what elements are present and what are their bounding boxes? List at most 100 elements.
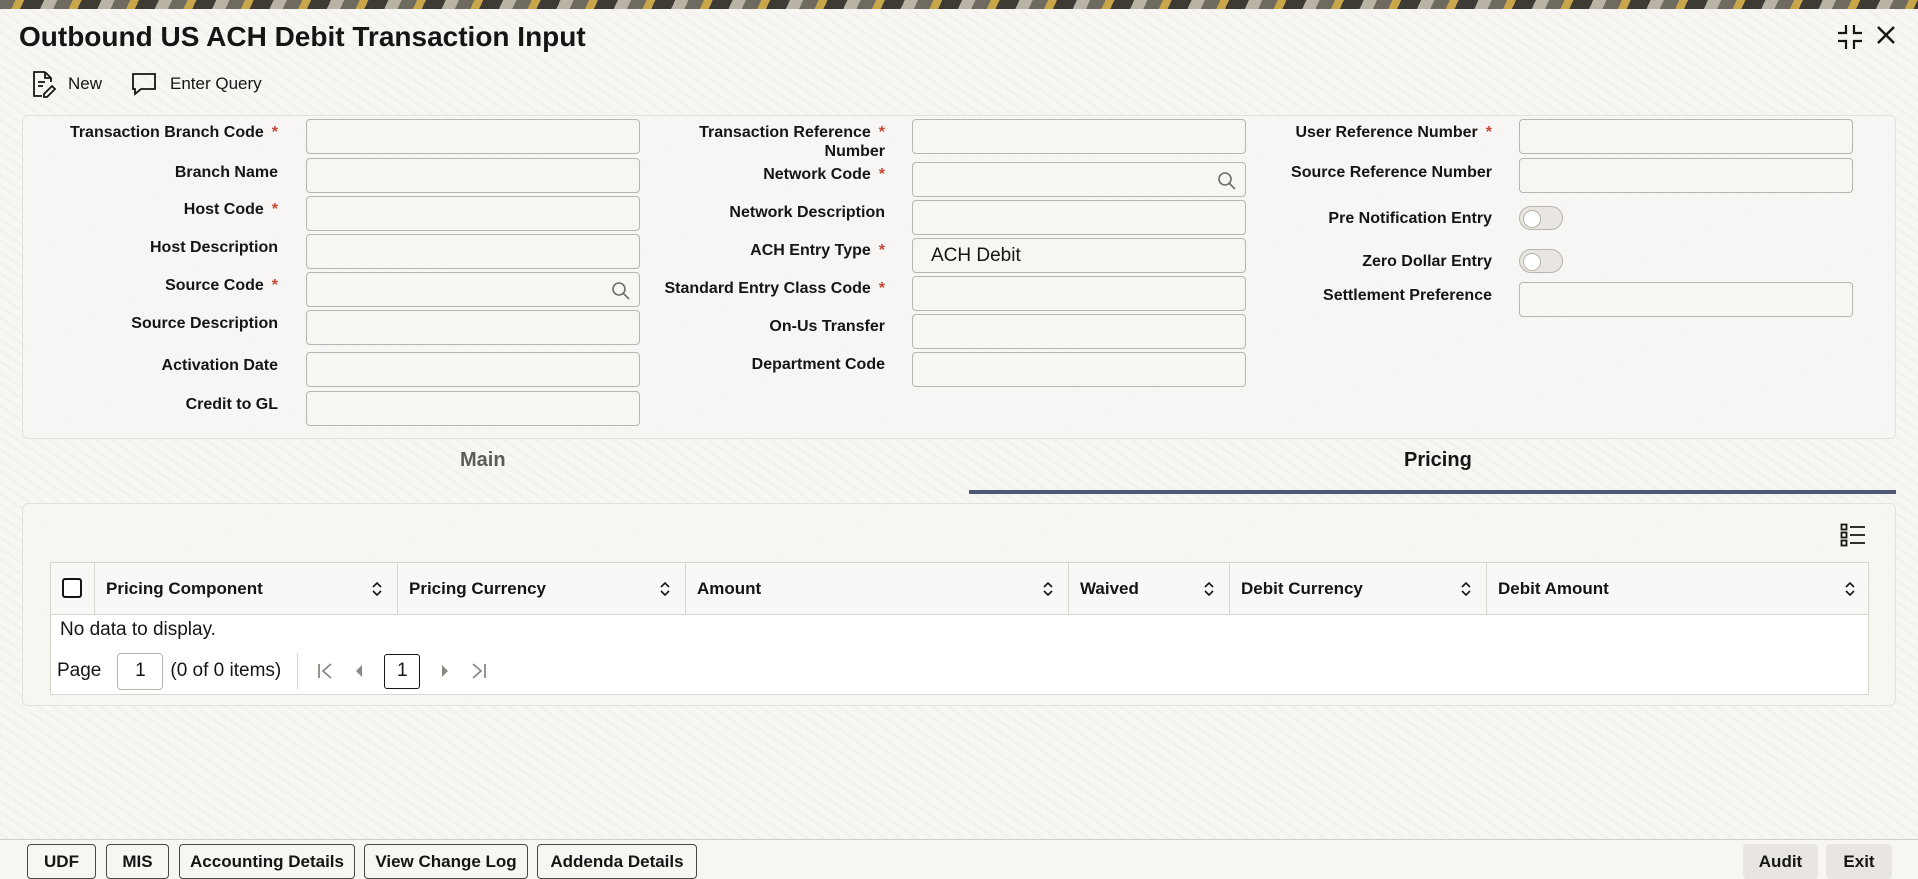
host-description-input[interactable] — [306, 234, 640, 269]
column-label: Pricing Currency — [409, 579, 546, 598]
sort-icon[interactable] — [1844, 581, 1856, 597]
pre-notification-entry-toggle[interactable] — [1519, 206, 1563, 230]
enter-query-button[interactable]: Enter Query — [130, 71, 262, 97]
on-us-transfer-label: On-Us Transfer — [769, 318, 885, 335]
source-reference-number-input[interactable] — [1519, 158, 1853, 193]
column-label: Pricing Component — [106, 579, 263, 598]
network-description-input[interactable] — [912, 200, 1246, 235]
network-code-label: Network Code * — [763, 166, 885, 183]
sort-icon[interactable] — [1042, 581, 1054, 597]
transaction-branch-code-input[interactable] — [306, 119, 640, 154]
column-header-amount[interactable]: Amount — [685, 563, 1068, 615]
required-marker: * — [1485, 124, 1492, 141]
close-icon[interactable] — [1874, 23, 1898, 47]
accounting-details-button[interactable]: Accounting Details — [179, 844, 355, 879]
host-description-label: Host Description — [149, 239, 278, 256]
user-reference-number-input[interactable] — [1519, 119, 1853, 154]
required-marker: * — [271, 124, 278, 141]
required-marker: * — [878, 242, 885, 259]
search-icon[interactable] — [1217, 171, 1237, 191]
page: Outbound US ACH Debit Transaction Input … — [0, 9, 1918, 879]
required-marker: * — [878, 166, 885, 183]
source-description-input[interactable] — [306, 310, 640, 345]
pre-notification-entry-label: Pre Notification Entry — [1328, 210, 1492, 227]
new-label: New — [68, 74, 103, 93]
tab-pricing[interactable]: Pricing — [1404, 449, 1472, 472]
source-description-label: Source Description — [131, 315, 278, 332]
branch-name-label: Branch Name — [174, 164, 278, 181]
mis-button[interactable]: MIS — [106, 844, 169, 879]
toolbar: New Enter Query — [30, 67, 262, 101]
column-label: Debit Currency — [1241, 579, 1363, 598]
transaction-reference-number-label: Transaction Reference * Number — [699, 124, 885, 160]
standard-entry-class-code-label: Standard Entry Class Code * — [664, 280, 885, 297]
branch-name-input[interactable] — [306, 158, 640, 193]
host-code-input[interactable] — [306, 196, 640, 231]
last-page-icon[interactable] — [470, 661, 488, 681]
transaction-reference-number-input[interactable] — [912, 119, 1246, 154]
credit-to-gl-input[interactable] — [306, 391, 640, 426]
pagination: Page 1 (0 of 0 items) 1 — [57, 651, 488, 691]
minimize-icon[interactable] — [1836, 23, 1864, 51]
source-reference-number-label: Source Reference Number — [1291, 164, 1492, 181]
column-header-pricing-currency[interactable]: Pricing Currency — [397, 563, 685, 615]
column-label: Debit Amount — [1498, 579, 1609, 598]
tab-main[interactable]: Main — [460, 449, 506, 472]
sort-icon[interactable] — [1203, 581, 1215, 597]
header-banner — [0, 0, 1918, 9]
ach-entry-type-input[interactable]: ACH Debit — [912, 238, 1246, 273]
enter-query-label: Enter Query — [170, 74, 262, 93]
new-document-icon — [33, 71, 56, 98]
required-marker: * — [271, 201, 278, 218]
select-all-checkbox[interactable] — [62, 578, 82, 598]
previous-page-icon[interactable] — [354, 661, 364, 681]
column-header-debit-amount[interactable]: Debit Amount — [1486, 563, 1870, 615]
sort-icon[interactable] — [1460, 581, 1472, 597]
query-bubble-icon — [132, 73, 156, 96]
addenda-details-button[interactable]: Addenda Details — [537, 844, 697, 879]
zero-dollar-entry-toggle[interactable] — [1519, 249, 1563, 273]
user-reference-number-label: User Reference Number * — [1295, 124, 1492, 141]
column-header-debit-currency[interactable]: Debit Currency — [1229, 563, 1486, 615]
activation-date-input[interactable] — [306, 352, 640, 387]
column-header-waived[interactable]: Waived — [1068, 563, 1229, 615]
empty-table-message: No data to display. — [60, 619, 216, 640]
department-code-label: Department Code — [751, 356, 885, 373]
new-button[interactable]: New — [30, 70, 102, 98]
settlement-preference-label: Settlement Preference — [1323, 287, 1492, 304]
page-label: Page — [57, 660, 102, 681]
search-icon[interactable] — [611, 281, 631, 301]
host-code-label: Host Code * — [183, 201, 278, 218]
current-page-button[interactable]: 1 — [384, 653, 421, 689]
view-change-log-button[interactable]: View Change Log — [364, 844, 528, 879]
network-description-label: Network Description — [729, 204, 885, 221]
on-us-transfer-input[interactable] — [912, 314, 1246, 349]
column-label: Amount — [697, 579, 762, 598]
column-header-pricing-component[interactable]: Pricing Component — [94, 563, 397, 615]
activation-date-label: Activation Date — [161, 357, 278, 374]
required-marker: * — [271, 277, 278, 294]
column-label: Waived — [1080, 579, 1139, 598]
pricing-table: Pricing Component Pricing Currency Amoun… — [50, 562, 1869, 695]
column-chooser-icon[interactable] — [1840, 523, 1866, 552]
page-title: Outbound US ACH Debit Transaction Input — [19, 21, 586, 52]
transaction-branch-code-label: Transaction Branch Code * — [69, 124, 278, 141]
items-info: (0 of 0 items) — [170, 660, 282, 681]
page-number-input[interactable]: 1 — [117, 652, 164, 690]
next-page-icon[interactable] — [440, 661, 450, 681]
first-page-icon[interactable] — [316, 661, 334, 681]
audit-button[interactable]: Audit — [1743, 844, 1818, 879]
pager-divider — [297, 653, 299, 689]
department-code-input[interactable] — [912, 352, 1246, 387]
settlement-preference-input[interactable] — [1519, 282, 1853, 317]
sort-icon[interactable] — [371, 581, 383, 597]
table-header: Pricing Component Pricing Currency Amoun… — [51, 563, 1868, 615]
sort-icon[interactable] — [659, 581, 671, 597]
zero-dollar-entry-label: Zero Dollar Entry — [1362, 253, 1492, 270]
network-code-input[interactable] — [912, 162, 1246, 197]
udf-button[interactable]: UDF — [27, 844, 96, 879]
source-code-input[interactable] — [306, 272, 640, 307]
standard-entry-class-code-input[interactable] — [912, 276, 1246, 311]
exit-button[interactable]: Exit — [1826, 844, 1892, 879]
ach-entry-type-label: ACH Entry Type * — [750, 242, 885, 259]
